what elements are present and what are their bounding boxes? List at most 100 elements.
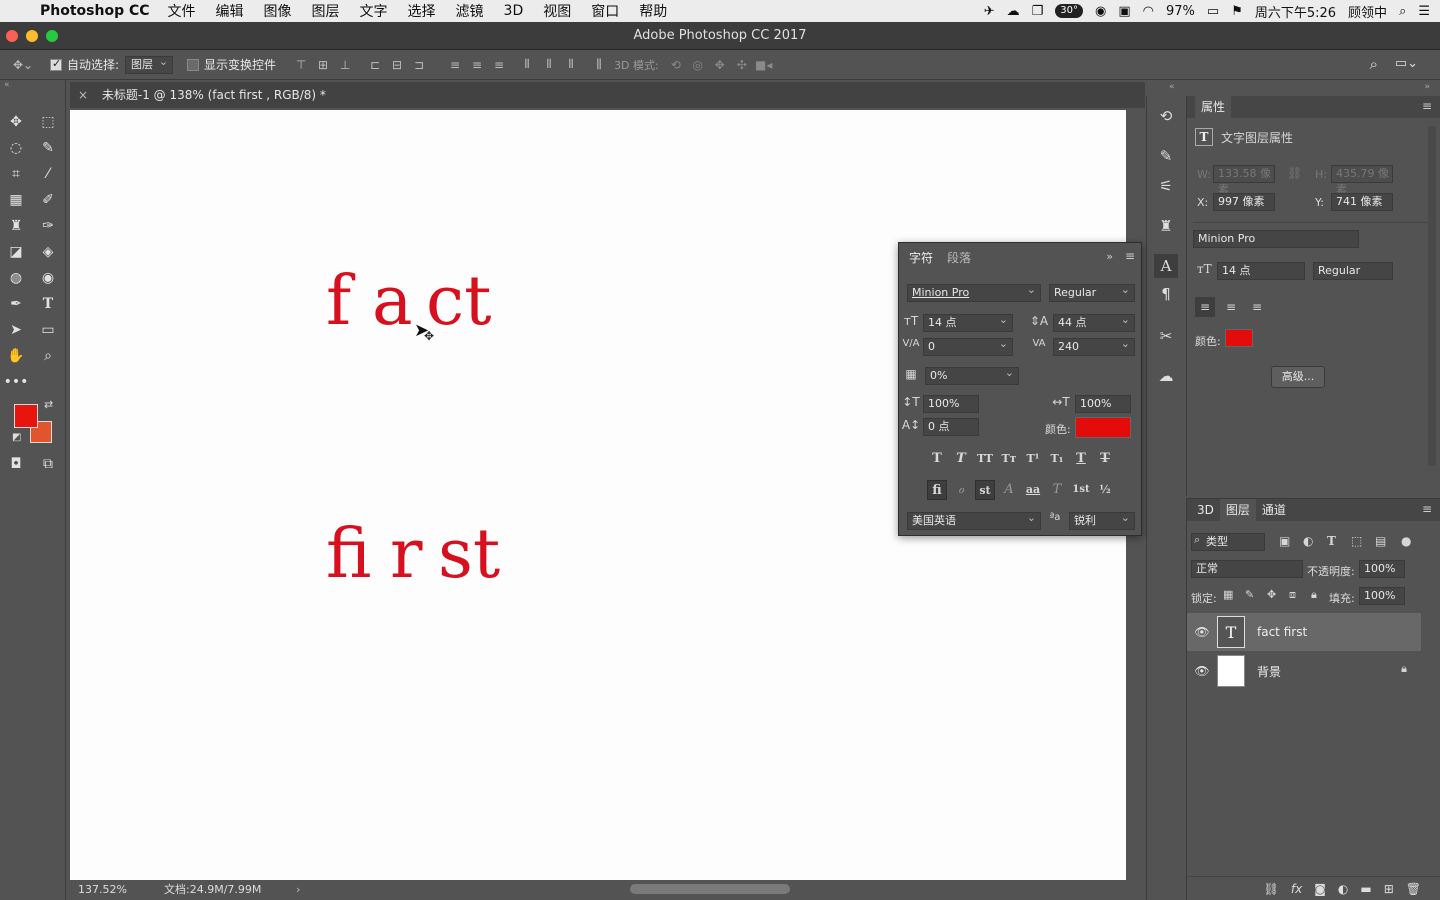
search-icon[interactable]: ⌕ [1370, 55, 1378, 73]
underline-button[interactable]: T [1071, 449, 1091, 469]
tab-paragraph[interactable]: 段落 [941, 247, 977, 269]
filter-type-icon[interactable]: T [1327, 534, 1336, 548]
lock-transparent-icon[interactable]: ▦ [1223, 588, 1233, 601]
layer-style-icon[interactable]: fx [1291, 882, 1302, 896]
char-leading-field[interactable]: 44 点 [1053, 312, 1135, 332]
distribute-right-icon[interactable]: ⦀ [560, 57, 582, 72]
contextual-alternates-button[interactable]: ℴ [951, 480, 971, 500]
creative-cloud-icon[interactable]: ☁ [1007, 4, 1020, 19]
collapse-panel-icon[interactable]: » [1106, 250, 1113, 263]
pen-tool-icon[interactable]: ✒ [4, 293, 28, 315]
lock-position-icon[interactable]: ✥ [1267, 588, 1276, 601]
filter-pixel-icon[interactable]: ▣ [1279, 534, 1290, 548]
font-style-dropdown[interactable]: Regular [1313, 262, 1393, 280]
minimize-window-button[interactable] [26, 30, 38, 42]
char-kerning-field[interactable]: 0 [923, 336, 1013, 356]
libraries-panel-icon[interactable]: ☁ [1154, 364, 1178, 388]
char-tracking-field[interactable]: 240 [1053, 336, 1135, 356]
filter-toggle-icon[interactable]: ● [1401, 534, 1411, 548]
align-right-icon[interactable]: ⊐ [408, 58, 430, 72]
fractions-button[interactable]: ½ [1095, 480, 1115, 500]
tool-presets-panel-icon[interactable]: ✂ [1154, 324, 1178, 348]
horizontal-scrollbar-thumb[interactable] [630, 884, 790, 894]
strikethrough-button[interactable]: T [1095, 449, 1115, 469]
fill-field[interactable]: 100% [1359, 587, 1405, 605]
distribute-vcenter-icon[interactable]: ≡ [466, 58, 488, 72]
path-selection-tool-icon[interactable]: ➤ [4, 319, 28, 341]
char-vscale-field[interactable]: 100% [923, 395, 979, 413]
menu-layer[interactable]: 图层 [312, 1, 340, 21]
blur-tool-icon[interactable]: ◍ [4, 267, 28, 289]
distribute-left-icon[interactable]: ⦀ [516, 57, 538, 72]
brush-panel-icon[interactable]: ✎ [1154, 144, 1178, 168]
collapse-panels-icon[interactable]: » [1424, 82, 1430, 92]
adjustments-panel-icon[interactable]: ⚟ [1154, 174, 1178, 198]
char-tsume-field[interactable]: 0% [925, 365, 1019, 385]
align-bottom-icon[interactable]: ⊥ [334, 58, 356, 72]
opacity-field[interactable]: 100% [1359, 560, 1405, 578]
antialias-dropdown[interactable]: 锐利 [1069, 510, 1135, 530]
camera-icon[interactable]: ▣ [1118, 4, 1130, 19]
temperature-badge[interactable]: 30° [1055, 4, 1083, 18]
zoom-window-button[interactable] [46, 30, 58, 42]
auto-align-icon[interactable]: ⫼ [588, 57, 610, 72]
filter-smart-object-icon[interactable]: ▤ [1375, 534, 1386, 548]
3d-slide-icon[interactable]: ✣ [731, 58, 753, 72]
link-icon[interactable]: ⛓ [1287, 166, 1302, 180]
tab-channels[interactable]: 通道 [1255, 499, 1292, 521]
char-font-dropdown[interactable]: Minion Pro [907, 282, 1041, 302]
menu-filter[interactable]: 滤镜 [456, 1, 484, 21]
menu-help[interactable]: 帮助 [639, 1, 667, 21]
screen-mode-icon[interactable]: ⧉ [36, 453, 60, 475]
properties-scrollbar[interactable] [1428, 126, 1436, 466]
add-mask-icon[interactable]: ◙ [1314, 882, 1326, 896]
character-panel-icon[interactable]: A [1154, 254, 1178, 278]
menu-select[interactable]: 选择 [408, 1, 436, 21]
props-color-swatch[interactable] [1225, 329, 1253, 347]
paint-bucket-tool-icon[interactable]: ◈ [36, 241, 60, 263]
hand-tool-icon[interactable]: ✋ [4, 345, 28, 367]
history-panel-icon[interactable]: ⟲ [1154, 104, 1178, 128]
align-vcenter-icon[interactable]: ⊞ [312, 58, 334, 72]
tab-character[interactable]: 字符 [903, 247, 940, 269]
eyedropper-tool-icon[interactable]: ⁄ [36, 163, 60, 185]
collapse-toolbar-icon[interactable]: « [4, 80, 10, 90]
dodge-tool-icon[interactable]: ◉ [36, 267, 60, 289]
more-tools-icon[interactable]: ••• [4, 371, 29, 393]
battery-percent[interactable]: 97% [1166, 4, 1195, 19]
language-dropdown[interactable]: 美国英语 [907, 510, 1041, 530]
foreground-color-swatch-front[interactable] [14, 404, 38, 428]
record-icon[interactable]: ◉ [1095, 4, 1106, 19]
crop-tool-icon[interactable]: ⌗ [4, 163, 28, 185]
rectangle-tool-icon[interactable]: ▭ [36, 319, 60, 341]
layer-name[interactable]: fact first [1257, 625, 1307, 639]
airplane-icon[interactable]: ✈ [984, 4, 995, 19]
menu-edit[interactable]: 编辑 [216, 1, 244, 21]
properties-menu-icon[interactable]: ≡ [1422, 99, 1432, 113]
char-hscale-field[interactable]: 100% [1075, 395, 1131, 413]
clone-source-panel-icon[interactable]: ♜ [1154, 214, 1178, 238]
layer-row-text[interactable]: 👁︎ T fact first [1187, 613, 1421, 651]
faux-italic-button[interactable]: T [951, 449, 971, 469]
3d-orbit-icon[interactable]: ⟲ [665, 58, 687, 72]
quick-select-tool-icon[interactable]: ✎ [36, 137, 60, 159]
layer-lock-icon[interactable]: 🔒︎ [1401, 662, 1407, 676]
distribute-top-icon[interactable]: ≡ [444, 58, 466, 72]
h-field[interactable]: 435.79 像素 [1331, 165, 1393, 196]
eraser-tool-icon[interactable]: ◪ [4, 241, 28, 263]
filter-adjustment-icon[interactable]: ◐ [1303, 534, 1313, 548]
menu-3d[interactable]: 3D [504, 3, 524, 19]
spotlight-icon[interactable]: ⌕ [1399, 4, 1406, 19]
menu-type[interactable]: 文字 [360, 1, 388, 21]
standard-ligatures-button[interactable]: ﬁ [927, 480, 947, 500]
distribute-bottom-icon[interactable]: ≡ [488, 58, 510, 72]
notification-center-icon[interactable]: ☰ [1418, 4, 1430, 19]
layer-filter-dropdown[interactable]: 类型 [1191, 533, 1265, 551]
new-adjustment-icon[interactable]: ◐ [1338, 882, 1348, 896]
align-top-icon[interactable]: ⊤ [290, 58, 312, 72]
lock-all-icon[interactable]: 🔒︎ [1311, 588, 1317, 602]
menu-file[interactable]: 文件 [168, 1, 196, 21]
align-left-text-icon[interactable]: ≡ [1195, 297, 1215, 317]
menu-window[interactable]: 窗口 [591, 1, 619, 21]
delete-layer-icon[interactable]: 🗑︎ [1406, 882, 1421, 896]
